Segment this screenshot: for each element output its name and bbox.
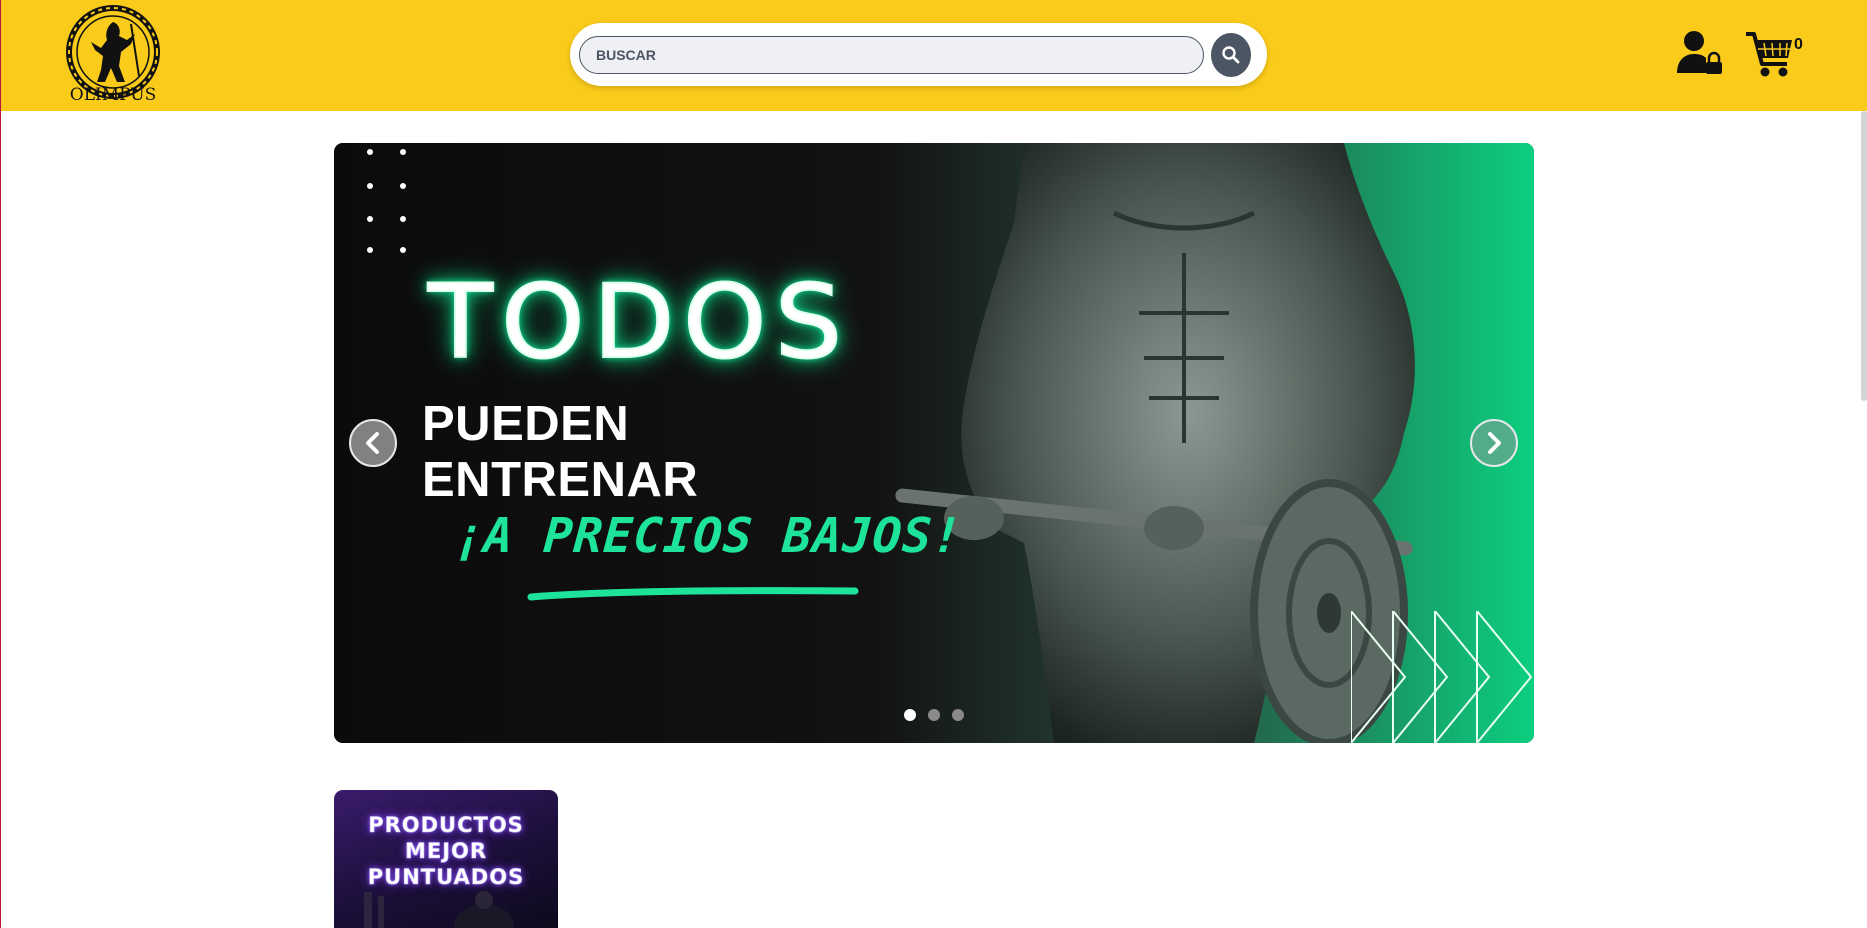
decorative-chevrons — [1351, 611, 1533, 743]
brush-underline — [527, 587, 859, 601]
user-lock-icon[interactable] — [1675, 28, 1725, 78]
hero-tagline: ¡A PRECIOS BAJOS! — [452, 508, 965, 564]
promo-card-title: PRODUCTOS MEJOR PUNTUADOS — [367, 813, 525, 890]
carousel-indicators — [904, 709, 984, 723]
hero-headline: TODOS — [427, 262, 851, 383]
carousel-indicator-3[interactable] — [952, 709, 964, 721]
cart-count-badge: 0 — [1794, 36, 1803, 53]
carousel-prev-button[interactable] — [349, 419, 397, 467]
promo-card-image — [364, 891, 514, 928]
chevron-right-icon — [1488, 432, 1501, 454]
carousel-indicator-1[interactable] — [904, 709, 916, 721]
search-button[interactable] — [1211, 33, 1251, 77]
hero-carousel: TODOS PUEDEN ENTRENAR ¡A PRECIOS BAJOS! — [334, 143, 1534, 743]
vertical-scrollbar[interactable] — [1861, 111, 1867, 401]
decorative-dots — [367, 149, 406, 253]
olimpus-logo[interactable]: OLIMPUS — [61, 4, 165, 106]
search-icon — [1222, 46, 1240, 64]
search-input[interactable] — [579, 36, 1204, 74]
logo-text: OLIMPUS — [70, 85, 156, 105]
hero-subheadline: PUEDEN ENTRENAR — [422, 397, 699, 507]
shopping-cart-icon[interactable] — [1745, 28, 1795, 80]
search-bar — [570, 23, 1267, 86]
site-header: OLIMPUS 0 — [1, 0, 1867, 111]
carousel-indicator-2[interactable] — [928, 709, 940, 721]
chevron-left-icon — [366, 432, 379, 454]
carousel-next-button[interactable] — [1470, 419, 1518, 467]
top-rated-products-card[interactable]: PRODUCTOS MEJOR PUNTUADOS — [334, 790, 558, 928]
